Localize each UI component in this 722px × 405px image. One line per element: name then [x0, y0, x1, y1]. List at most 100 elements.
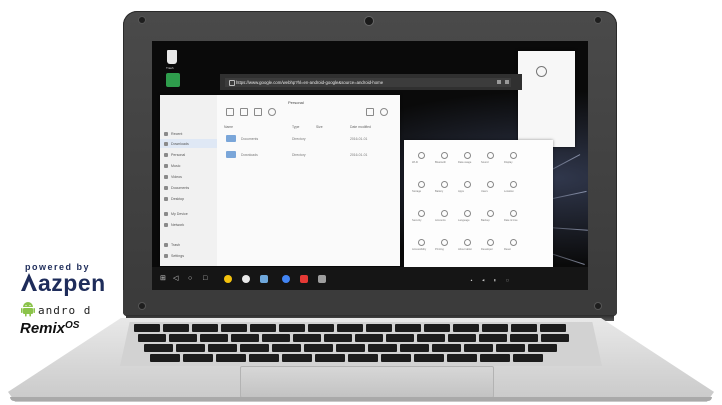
new-folder-icon[interactable] [240, 108, 248, 116]
keyboard-key[interactable] [464, 344, 493, 352]
settings-item-icon[interactable] [464, 210, 471, 217]
files-icon[interactable] [260, 275, 268, 283]
keyboard-key[interactable] [324, 334, 352, 342]
settings-item-label[interactable]: Apps [458, 190, 464, 193]
settings-item-icon[interactable] [464, 152, 471, 159]
app-store-icon[interactable] [300, 275, 308, 283]
settings-item-label[interactable]: Sound [481, 161, 489, 164]
settings-item-label[interactable]: Data usage [458, 161, 471, 164]
settings-item-label[interactable]: Accessibility [412, 248, 426, 251]
settings-taskbar-icon[interactable] [318, 275, 326, 283]
background-window[interactable] [518, 51, 575, 147]
settings-item-icon[interactable] [510, 152, 517, 159]
tray-wifi-icon[interactable]: ▲ [470, 278, 473, 282]
browser-icon[interactable] [242, 275, 250, 283]
keyboard-key[interactable] [448, 334, 476, 342]
keyboard-key[interactable] [279, 324, 305, 332]
sidebar-item-videos[interactable]: Videos [171, 175, 182, 179]
keyboard-key[interactable] [424, 324, 450, 332]
keyboard-key[interactable] [308, 324, 334, 332]
view-icon[interactable] [366, 108, 374, 116]
column-header-name[interactable]: Name [224, 125, 233, 129]
keyboard-key[interactable] [453, 324, 479, 332]
keyboard-key[interactable] [138, 334, 166, 342]
keyboard-key[interactable] [482, 324, 508, 332]
keyboard-key[interactable] [496, 344, 525, 352]
back-icon[interactable]: ◁ [173, 275, 178, 283]
keyboard-key[interactable] [540, 324, 566, 332]
settings-item-icon[interactable] [441, 152, 448, 159]
keyboard-key[interactable] [511, 324, 537, 332]
settings-item-icon[interactable] [418, 239, 425, 246]
keyboard-key[interactable] [200, 334, 228, 342]
settings-item-label[interactable]: Backup [481, 219, 490, 222]
keyboard-key[interactable] [216, 354, 246, 362]
settings-item-icon[interactable] [487, 239, 494, 246]
settings-item-icon[interactable] [418, 181, 425, 188]
settings-item-icon[interactable] [487, 181, 494, 188]
keyboard-key[interactable] [250, 324, 276, 332]
home-icon[interactable]: ○ [188, 275, 192, 283]
keyboard-key[interactable] [386, 334, 414, 342]
sidebar-item-settings[interactable]: Settings [171, 254, 184, 258]
sidebar-item-desktop[interactable]: Desktop [171, 197, 184, 201]
keyboard-key[interactable] [366, 324, 392, 332]
settings-item-icon[interactable] [510, 239, 517, 246]
keyboard-key[interactable] [315, 354, 345, 362]
keyboard-key[interactable] [480, 354, 510, 362]
keyboard-key[interactable] [163, 324, 189, 332]
keyboard-key[interactable] [528, 344, 557, 352]
keyboard-key[interactable] [272, 344, 301, 352]
keyboard-key[interactable] [304, 344, 333, 352]
sidebar-item-personal[interactable]: Personal [171, 153, 185, 157]
settings-item-label[interactable]: Reset [504, 248, 511, 251]
settings-item-icon[interactable] [510, 181, 517, 188]
table-row-name[interactable]: Downloads [241, 153, 258, 157]
settings-item-label[interactable]: Developer [481, 248, 493, 251]
settings-item-label[interactable]: Bluetooth [435, 161, 446, 164]
keyboard-key[interactable] [293, 334, 321, 342]
settings-icon[interactable] [380, 108, 388, 116]
settings-item-label[interactable]: Users [481, 190, 488, 193]
settings-item-icon[interactable] [487, 210, 494, 217]
trash-icon[interactable] [167, 50, 177, 64]
column-header-date[interactable]: Date modified [350, 125, 371, 129]
settings-item-icon[interactable] [418, 152, 425, 159]
close-icon[interactable] [505, 80, 509, 84]
keyboard-key[interactable] [400, 344, 429, 352]
keyboard-key[interactable] [192, 324, 218, 332]
keyboard-key[interactable] [240, 344, 269, 352]
keyboard-key[interactable] [348, 354, 378, 362]
grid-view-icon[interactable] [226, 108, 234, 116]
sidebar-item-recent[interactable]: Recent [171, 132, 182, 136]
trackpad[interactable] [240, 366, 494, 398]
settings-item-label[interactable]: Storage [412, 190, 421, 193]
settings-item-icon[interactable] [487, 152, 494, 159]
launcher-icon[interactable] [224, 275, 232, 283]
keyboard-key[interactable] [183, 354, 213, 362]
keyboard-key[interactable] [262, 334, 290, 342]
search-icon[interactable] [268, 108, 276, 116]
recents-icon[interactable]: □ [203, 275, 207, 283]
keyboard-key[interactable] [336, 344, 365, 352]
keyboard-key[interactable] [381, 354, 411, 362]
sidebar-item-trash[interactable]: Trash [171, 243, 180, 247]
minimize-icon[interactable] [497, 80, 501, 84]
keyboard-key[interactable] [447, 354, 477, 362]
keyboard-key[interactable] [541, 334, 569, 342]
settings-item-label[interactable]: Language [458, 219, 470, 222]
keyboard-key[interactable] [337, 324, 363, 332]
tray-volume-icon[interactable]: ◀ [482, 278, 484, 282]
keyboard-key[interactable] [169, 334, 197, 342]
keyboard-key[interactable] [395, 324, 421, 332]
keyboard-key[interactable] [368, 344, 397, 352]
keyboard-key[interactable] [134, 324, 160, 332]
keyboard-key[interactable] [432, 344, 461, 352]
keyboard-key[interactable] [144, 344, 173, 352]
table-row-name[interactable]: Documents [241, 137, 258, 141]
sort-icon[interactable] [254, 108, 262, 116]
keyboard-key[interactable] [510, 334, 538, 342]
settings-item-label[interactable]: Printing [435, 248, 444, 251]
settings-item-label[interactable]: Accounts [435, 219, 446, 222]
sidebar-item-my-device[interactable]: My Device [171, 212, 188, 216]
